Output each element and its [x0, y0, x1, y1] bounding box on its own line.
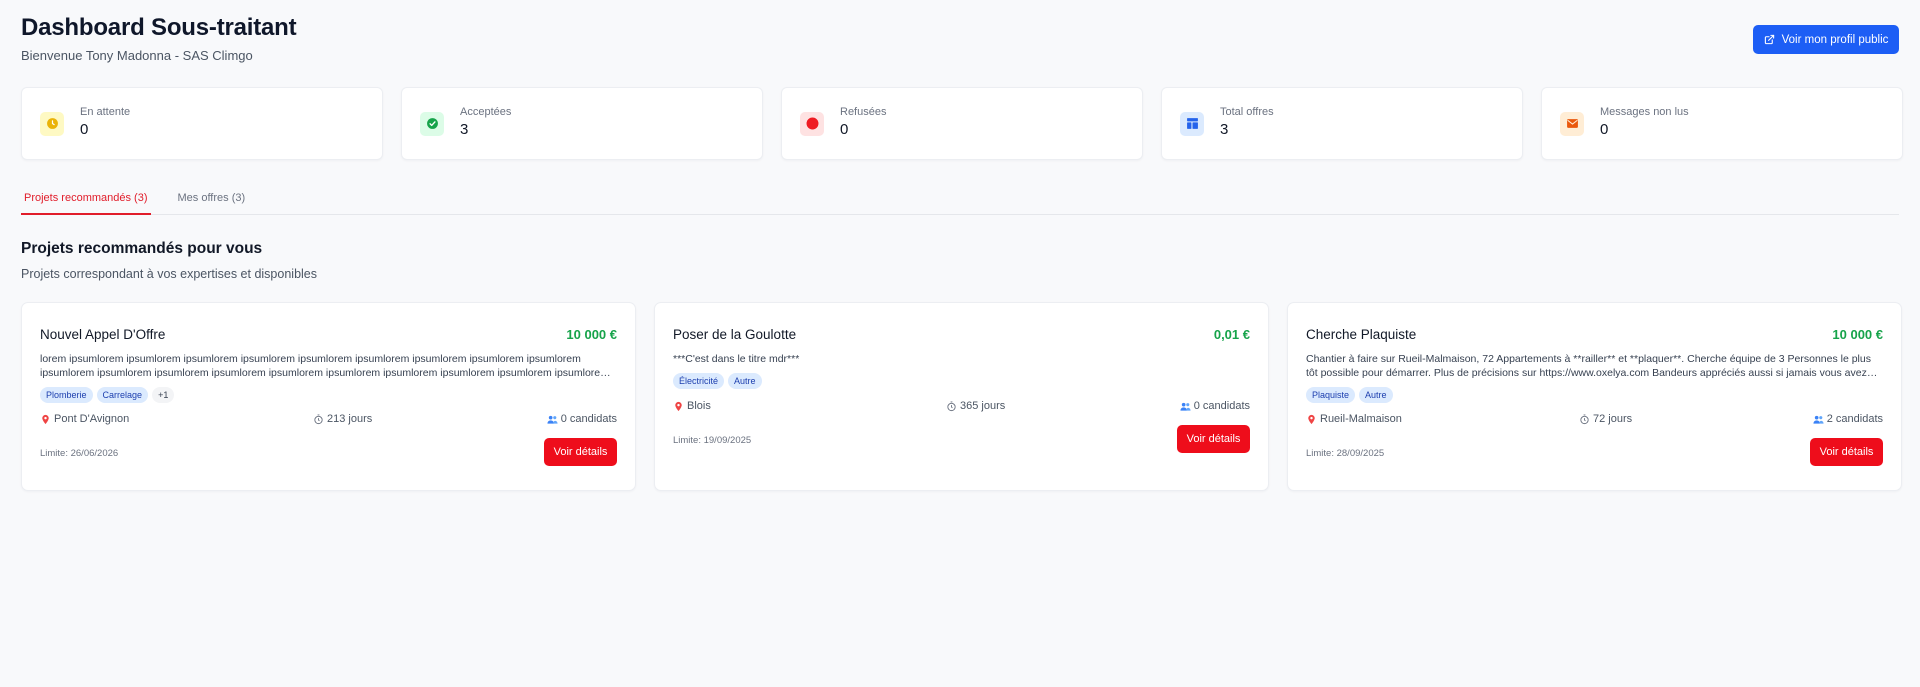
welcome-text: Bienvenue Tony Madonna - SAS Climgo [21, 48, 253, 63]
project-duration-text: 213 jours [327, 413, 373, 425]
project-deadline: Limite: 26/06/2026 [40, 448, 119, 459]
project-duration: 213 jours [313, 413, 372, 425]
external-link-icon [1764, 34, 1774, 45]
stats-row: En attente 0 Acceptées 3 Refusées 0 Tota… [21, 87, 1903, 160]
map-pin-icon [675, 401, 682, 411]
view-public-profile-button[interactable]: Voir mon profil public [1753, 25, 1899, 54]
stat-label: Acceptées [460, 105, 512, 118]
project-candidates: 0 candidats [547, 413, 617, 425]
project-description: ***C'est dans le titre mdr*** [673, 353, 800, 365]
tag: Électricité [673, 373, 725, 389]
project-location-text: Pont D'Avignon [54, 413, 130, 425]
page-title: Dashboard Sous-traitant [21, 14, 297, 41]
stat-icon-bg [40, 111, 64, 136]
project-candidates-text: 2 candidats [1826, 413, 1883, 425]
tag: Plomberie [40, 387, 93, 403]
stat-label: Total offres [1220, 105, 1274, 118]
project-location: Blois [673, 400, 711, 412]
check-circle-icon [426, 118, 438, 129]
map-pin-icon [1308, 414, 1315, 424]
stat-icon-bg [800, 111, 824, 136]
people-icon [547, 415, 558, 424]
timer-icon [947, 400, 956, 411]
project-location-text: Blois [687, 400, 711, 412]
stat-card-accepted: Acceptées 3 [401, 87, 763, 160]
stat-icon-bg [420, 111, 444, 136]
tag: Autre [728, 373, 762, 389]
map-pin-icon [42, 414, 49, 424]
stat-label: Refusées [840, 105, 887, 118]
stat-value: 3 [1220, 120, 1229, 138]
tag: Autre [1359, 387, 1393, 403]
timer-icon [1580, 413, 1589, 424]
stat-card-refused: Refusées 0 [781, 87, 1143, 160]
people-icon [1180, 402, 1191, 411]
project-deadline: Limite: 19/09/2025 [673, 435, 752, 446]
view-details-button[interactable]: Voir détails [1810, 438, 1883, 466]
tabs: Projets recommandés (3) Mes offres (3) [21, 187, 1899, 215]
stat-card-unread-messages: Messages non lus 0 [1541, 87, 1903, 160]
people-icon [1813, 415, 1824, 424]
clock-icon [46, 118, 58, 129]
project-price: 10 000 € [1832, 326, 1883, 342]
view-details-button[interactable]: Voir détails [544, 438, 617, 466]
project-tags: Plomberie Carrelage +1 [40, 387, 617, 403]
project-duration-text: 365 jours [960, 400, 1006, 412]
project-list: Nouvel Appel D'Offre 10 000 € lorem ipsu… [21, 302, 1902, 491]
project-description: lorem ipsumlorem ipsumlorem ipsumlorem i… [40, 353, 609, 379]
project-card: Cherche Plaquiste 10 000 € Chantier à fa… [1287, 302, 1902, 491]
timer-icon [314, 413, 323, 424]
stat-value: 3 [460, 120, 469, 138]
more-tags-badge: +1 [152, 387, 175, 403]
page-header: Dashboard Sous-traitant Bienvenue Tony M… [21, 0, 1899, 80]
tab-recommended-projects[interactable]: Projets recommandés (3) [21, 187, 151, 215]
project-description: Chantier à faire sur Rueil-Malmaison, 72… [1306, 353, 1871, 379]
project-duration: 365 jours [946, 400, 1005, 412]
tag: Plaquiste [1306, 387, 1356, 403]
x-circle-icon [806, 117, 818, 130]
project-location: Rueil-Malmaison [1306, 413, 1402, 425]
project-candidates-text: 0 candidats [560, 413, 617, 425]
mail-icon [1566, 119, 1578, 128]
stat-icon-bg [1560, 111, 1584, 136]
project-price: 10 000 € [566, 326, 617, 342]
view-public-profile-label: Voir mon profil public [1781, 33, 1889, 46]
stat-label: En attente [80, 105, 131, 118]
project-location-text: Rueil-Malmaison [1320, 413, 1402, 425]
view-details-button[interactable]: Voir détails [1177, 425, 1250, 453]
stat-value: 0 [1600, 120, 1609, 138]
project-candidates-text: 0 candidats [1193, 400, 1250, 412]
dashboard-page: Dashboard Sous-traitant Bienvenue Tony M… [0, 0, 1920, 687]
section-subtitle: Projets correspondant à vos expertises e… [21, 267, 317, 281]
stat-value: 0 [80, 120, 89, 138]
stat-icon-bg [1180, 111, 1204, 136]
project-title: Nouvel Appel D'Offre [40, 326, 166, 342]
project-duration-text: 72 jours [1593, 413, 1633, 425]
project-card: Nouvel Appel D'Offre 10 000 € lorem ipsu… [21, 302, 636, 491]
project-title: Cherche Plaquiste [1306, 326, 1417, 342]
project-candidates: 2 candidats [1813, 413, 1883, 425]
project-deadline: Limite: 28/09/2025 [1306, 448, 1385, 459]
project-candidates: 0 candidats [1180, 400, 1250, 412]
project-price: 0,01 € [1213, 326, 1250, 342]
tag: Carrelage [96, 387, 149, 403]
section-title: Projets recommandés pour vous [21, 240, 263, 257]
project-tags: Plaquiste Autre [1306, 387, 1883, 403]
project-location: Pont D'Avignon [40, 413, 129, 425]
stat-label: Messages non lus [1600, 105, 1689, 118]
stat-card-pending: En attente 0 [21, 87, 383, 160]
tab-my-offers[interactable]: Mes offres (3) [175, 187, 249, 215]
layout-icon [1186, 118, 1198, 129]
project-duration: 72 jours [1579, 413, 1632, 425]
project-title: Poser de la Goulotte [673, 326, 797, 342]
stat-card-total-offers: Total offres 3 [1161, 87, 1523, 160]
project-tags: Électricité Autre [673, 373, 1250, 389]
stat-value: 0 [840, 120, 849, 138]
project-card: Poser de la Goulotte 0,01 € ***C'est dan… [654, 302, 1269, 491]
